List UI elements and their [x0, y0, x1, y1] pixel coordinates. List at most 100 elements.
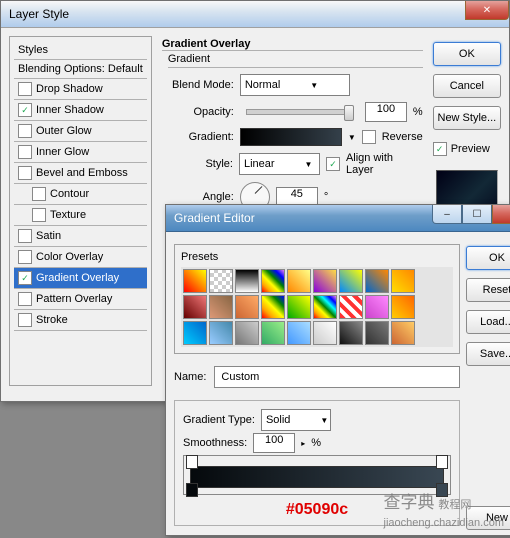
- preset-swatch[interactable]: [183, 321, 207, 345]
- ok-button[interactable]: OK: [433, 42, 501, 66]
- gradient-type-select[interactable]: Solid▼: [261, 409, 331, 431]
- checkbox-icon[interactable]: ✓: [18, 271, 32, 285]
- gradient-bar[interactable]: [183, 455, 451, 495]
- load-button[interactable]: Load...: [466, 310, 510, 334]
- preset-swatch[interactable]: [183, 269, 207, 293]
- opacity-input[interactable]: 100: [365, 102, 407, 122]
- ok-button[interactable]: OK: [466, 246, 510, 270]
- blending-options[interactable]: Blending Options: Default: [14, 60, 147, 79]
- preset-swatch[interactable]: [209, 295, 233, 319]
- gradient-editor-dialog: Gradient Editor – ☐ ✕ Presets: [165, 204, 510, 536]
- gradient-picker[interactable]: [240, 128, 342, 146]
- checkbox-icon[interactable]: [18, 82, 32, 96]
- preset-swatch[interactable]: [391, 295, 415, 319]
- reverse-checkbox[interactable]: [362, 130, 376, 144]
- cancel-button[interactable]: Cancel: [433, 74, 501, 98]
- color-stop[interactable]: [436, 483, 448, 497]
- close-icon[interactable]: ✕: [465, 1, 509, 20]
- style-gradient-overlay[interactable]: ✓Gradient Overlay: [14, 268, 147, 289]
- opacity-stop[interactable]: [436, 455, 448, 469]
- gradient-type-label: Gradient Type:: [183, 414, 255, 426]
- style-outer-glow[interactable]: Outer Glow: [14, 121, 147, 142]
- style-pattern-overlay[interactable]: Pattern Overlay: [14, 289, 147, 310]
- style-select[interactable]: Linear▼: [239, 153, 320, 175]
- close-icon[interactable]: ✕: [492, 205, 510, 224]
- gradient-editor-title: Gradient Editor: [174, 211, 428, 225]
- section-subtitle: Gradient: [168, 53, 423, 68]
- preset-swatch[interactable]: [287, 321, 311, 345]
- blend-mode-label: Blend Mode:: [162, 79, 234, 91]
- layer-style-title: Layer Style: [9, 7, 461, 21]
- chevron-down-icon: ▼: [310, 81, 318, 90]
- gradient-label: Gradient:: [162, 131, 234, 143]
- blend-mode-select[interactable]: Normal▼: [240, 74, 350, 96]
- checkbox-icon[interactable]: [32, 187, 46, 201]
- layer-style-titlebar[interactable]: Layer Style ✕: [1, 1, 509, 28]
- save-button[interactable]: Save...: [466, 342, 510, 366]
- chevron-right-icon[interactable]: ▸: [301, 439, 305, 448]
- style-color-overlay[interactable]: Color Overlay: [14, 247, 147, 268]
- preset-swatch[interactable]: [313, 295, 337, 319]
- checkbox-icon[interactable]: [18, 313, 32, 327]
- chevron-down-icon[interactable]: ▼: [348, 133, 356, 142]
- preset-swatch[interactable]: [261, 295, 285, 319]
- preset-swatch[interactable]: [339, 321, 363, 345]
- checkbox-icon[interactable]: [18, 250, 32, 264]
- chevron-down-icon: ▼: [305, 160, 313, 169]
- preset-swatch[interactable]: [365, 295, 389, 319]
- hex-value: #05090c: [183, 501, 451, 519]
- preset-swatch[interactable]: [235, 295, 259, 319]
- style-satin[interactable]: Satin: [14, 226, 147, 247]
- checkbox-icon[interactable]: ✓: [18, 103, 32, 117]
- reset-button[interactable]: Reset: [466, 278, 510, 302]
- style-texture[interactable]: Texture: [14, 205, 147, 226]
- preview-checkbox[interactable]: ✓: [433, 142, 447, 156]
- align-checkbox[interactable]: ✓: [326, 157, 340, 171]
- minimize-icon[interactable]: –: [432, 205, 462, 224]
- styles-header[interactable]: Styles: [14, 41, 147, 60]
- gradient-editor-titlebar[interactable]: Gradient Editor – ☐ ✕: [166, 205, 510, 232]
- gradient-strip[interactable]: [190, 466, 444, 488]
- preset-swatch[interactable]: [313, 321, 337, 345]
- section-title: Gradient Overlay: [162, 38, 423, 51]
- preset-swatch[interactable]: [235, 321, 259, 345]
- preset-swatch[interactable]: [339, 295, 363, 319]
- new-style-button[interactable]: New Style...: [433, 106, 501, 130]
- style-drop-shadow[interactable]: Drop Shadow: [14, 79, 147, 100]
- preset-swatch[interactable]: [365, 321, 389, 345]
- style-label: Style:: [162, 158, 233, 170]
- style-contour[interactable]: Contour: [14, 184, 147, 205]
- maximize-icon[interactable]: ☐: [462, 205, 492, 224]
- checkbox-icon[interactable]: [18, 292, 32, 306]
- preset-swatch[interactable]: [261, 321, 285, 345]
- preset-swatch[interactable]: [391, 269, 415, 293]
- style-inner-shadow[interactable]: ✓Inner Shadow: [14, 100, 147, 121]
- preset-swatch[interactable]: [209, 321, 233, 345]
- opacity-slider[interactable]: [246, 109, 353, 115]
- preset-swatch[interactable]: [287, 269, 311, 293]
- checkbox-icon[interactable]: [18, 124, 32, 138]
- style-inner-glow[interactable]: Inner Glow: [14, 142, 147, 163]
- new-button[interactable]: New: [466, 506, 510, 530]
- style-stroke[interactable]: Stroke: [14, 310, 147, 331]
- opacity-stop[interactable]: [186, 455, 198, 469]
- checkbox-icon[interactable]: [18, 145, 32, 159]
- preset-swatch[interactable]: [391, 321, 415, 345]
- checkbox-icon[interactable]: [32, 208, 46, 222]
- name-input[interactable]: Custom: [214, 366, 460, 388]
- presets-group: Presets: [174, 244, 460, 354]
- preset-swatch[interactable]: [261, 269, 285, 293]
- preset-swatch[interactable]: [313, 269, 337, 293]
- preset-swatch[interactable]: [183, 295, 207, 319]
- preset-swatch[interactable]: [365, 269, 389, 293]
- checkbox-icon[interactable]: [18, 229, 32, 243]
- style-bevel-emboss[interactable]: Bevel and Emboss: [14, 163, 147, 184]
- smoothness-input[interactable]: 100: [253, 433, 295, 453]
- color-stop[interactable]: [186, 483, 198, 497]
- preset-swatch[interactable]: [339, 269, 363, 293]
- preset-swatch[interactable]: [287, 295, 311, 319]
- opacity-label: Opacity:: [162, 106, 234, 118]
- preset-swatch[interactable]: [209, 269, 233, 293]
- preset-swatch[interactable]: [235, 269, 259, 293]
- checkbox-icon[interactable]: [18, 166, 32, 180]
